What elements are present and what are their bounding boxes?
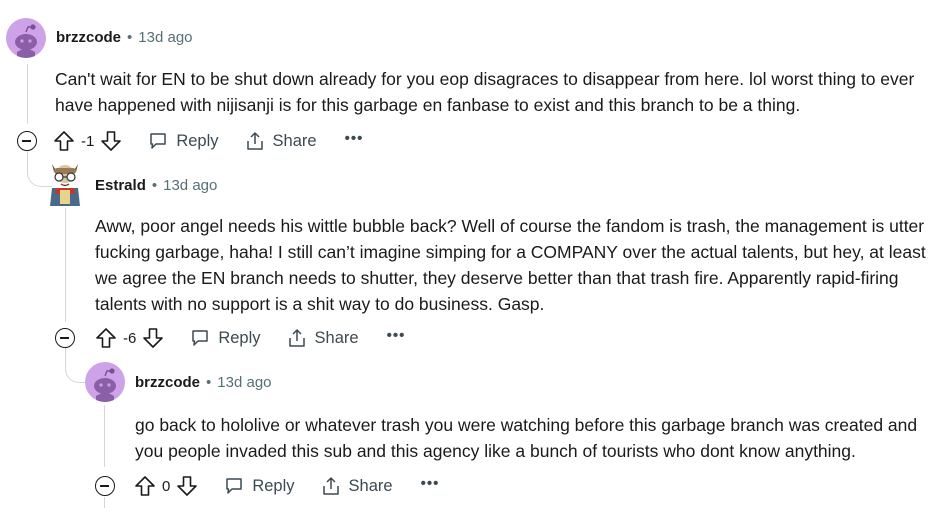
reddit-snoo-icon <box>15 24 37 58</box>
share-icon <box>288 329 305 347</box>
avatar[interactable] <box>85 362 125 402</box>
reply-label: Reply <box>176 131 219 150</box>
comment-body: Aww, poor angel needs his wittle bubble … <box>95 216 926 314</box>
avatar[interactable] <box>46 160 84 206</box>
reddit-snoo-icon <box>94 368 116 402</box>
author-name[interactable]: Estrald <box>95 177 146 194</box>
vote-score: -1 <box>81 132 95 150</box>
comment-actions: 0 Reply Share ••• <box>134 471 439 501</box>
share-icon <box>322 477 339 495</box>
reply-label: Reply <box>252 476 295 495</box>
comment-author-line: brzzcode • 13d ago <box>56 29 193 46</box>
more-options-button[interactable]: ••• <box>387 327 406 344</box>
author-name[interactable]: brzzcode <box>135 374 200 391</box>
share-label: Share <box>314 328 359 347</box>
share-label: Share <box>272 131 317 150</box>
collapse-thread-button[interactable] <box>95 476 115 496</box>
share-icon <box>246 132 263 150</box>
author-name[interactable]: brzzcode <box>56 29 121 46</box>
share-button[interactable]: Share <box>287 328 359 348</box>
downvote-icon[interactable] <box>176 475 198 497</box>
comment-body: Can't wait for EN to be shut down alread… <box>55 69 915 115</box>
comment-timestamp[interactable]: 13d ago <box>163 177 217 194</box>
share-label: Share <box>348 476 393 495</box>
collapse-thread-button[interactable] <box>55 328 75 348</box>
thread-rail-level-2[interactable] <box>65 208 66 322</box>
comment-timestamp[interactable]: 13d ago <box>217 374 271 391</box>
custom-snoo-avatar-icon <box>50 164 80 206</box>
reply-button[interactable]: Reply <box>224 476 295 496</box>
vote-controls: 0 <box>134 475 198 497</box>
share-button[interactable]: Share <box>245 131 317 151</box>
more-options-button[interactable]: ••• <box>421 475 440 492</box>
reply-button[interactable]: Reply <box>190 328 261 348</box>
thread-rail-level-1[interactable] <box>27 64 28 124</box>
comment-actions: -1 Reply Share ••• <box>53 126 363 156</box>
reply-label: Reply <box>218 328 261 347</box>
reply-button[interactable]: Reply <box>148 131 219 151</box>
downvote-icon[interactable] <box>142 327 164 349</box>
comment-author-line: brzzcode • 13d ago <box>135 374 272 391</box>
comment-actions: -6 Reply Share ••• <box>95 323 405 353</box>
upvote-icon[interactable] <box>95 327 117 349</box>
vote-controls: -1 <box>53 130 122 152</box>
meta-separator: • <box>127 29 133 46</box>
avatar[interactable] <box>6 18 46 58</box>
thread-rail-continuation <box>104 497 105 508</box>
comment-body: go back to hololive or whatever trash yo… <box>135 415 918 461</box>
upvote-icon[interactable] <box>134 475 156 497</box>
more-options-button[interactable]: ••• <box>345 130 364 147</box>
downvote-icon[interactable] <box>100 130 122 152</box>
upvote-icon[interactable] <box>53 130 75 152</box>
thread-rail-level-3[interactable] <box>104 405 105 467</box>
comment-bubble-icon <box>150 133 167 149</box>
comment-bubble-icon <box>226 478 243 494</box>
collapse-thread-button[interactable] <box>17 131 37 151</box>
vote-controls: -6 <box>95 327 164 349</box>
comment-timestamp[interactable]: 13d ago <box>138 29 192 46</box>
comment-author-line: Estrald • 13d ago <box>95 177 217 194</box>
comment-bubble-icon <box>192 330 209 346</box>
vote-score: 0 <box>162 477 171 495</box>
meta-separator: • <box>151 177 158 194</box>
share-button[interactable]: Share <box>321 476 393 496</box>
meta-separator: • <box>206 374 212 391</box>
vote-score: -6 <box>123 329 137 347</box>
